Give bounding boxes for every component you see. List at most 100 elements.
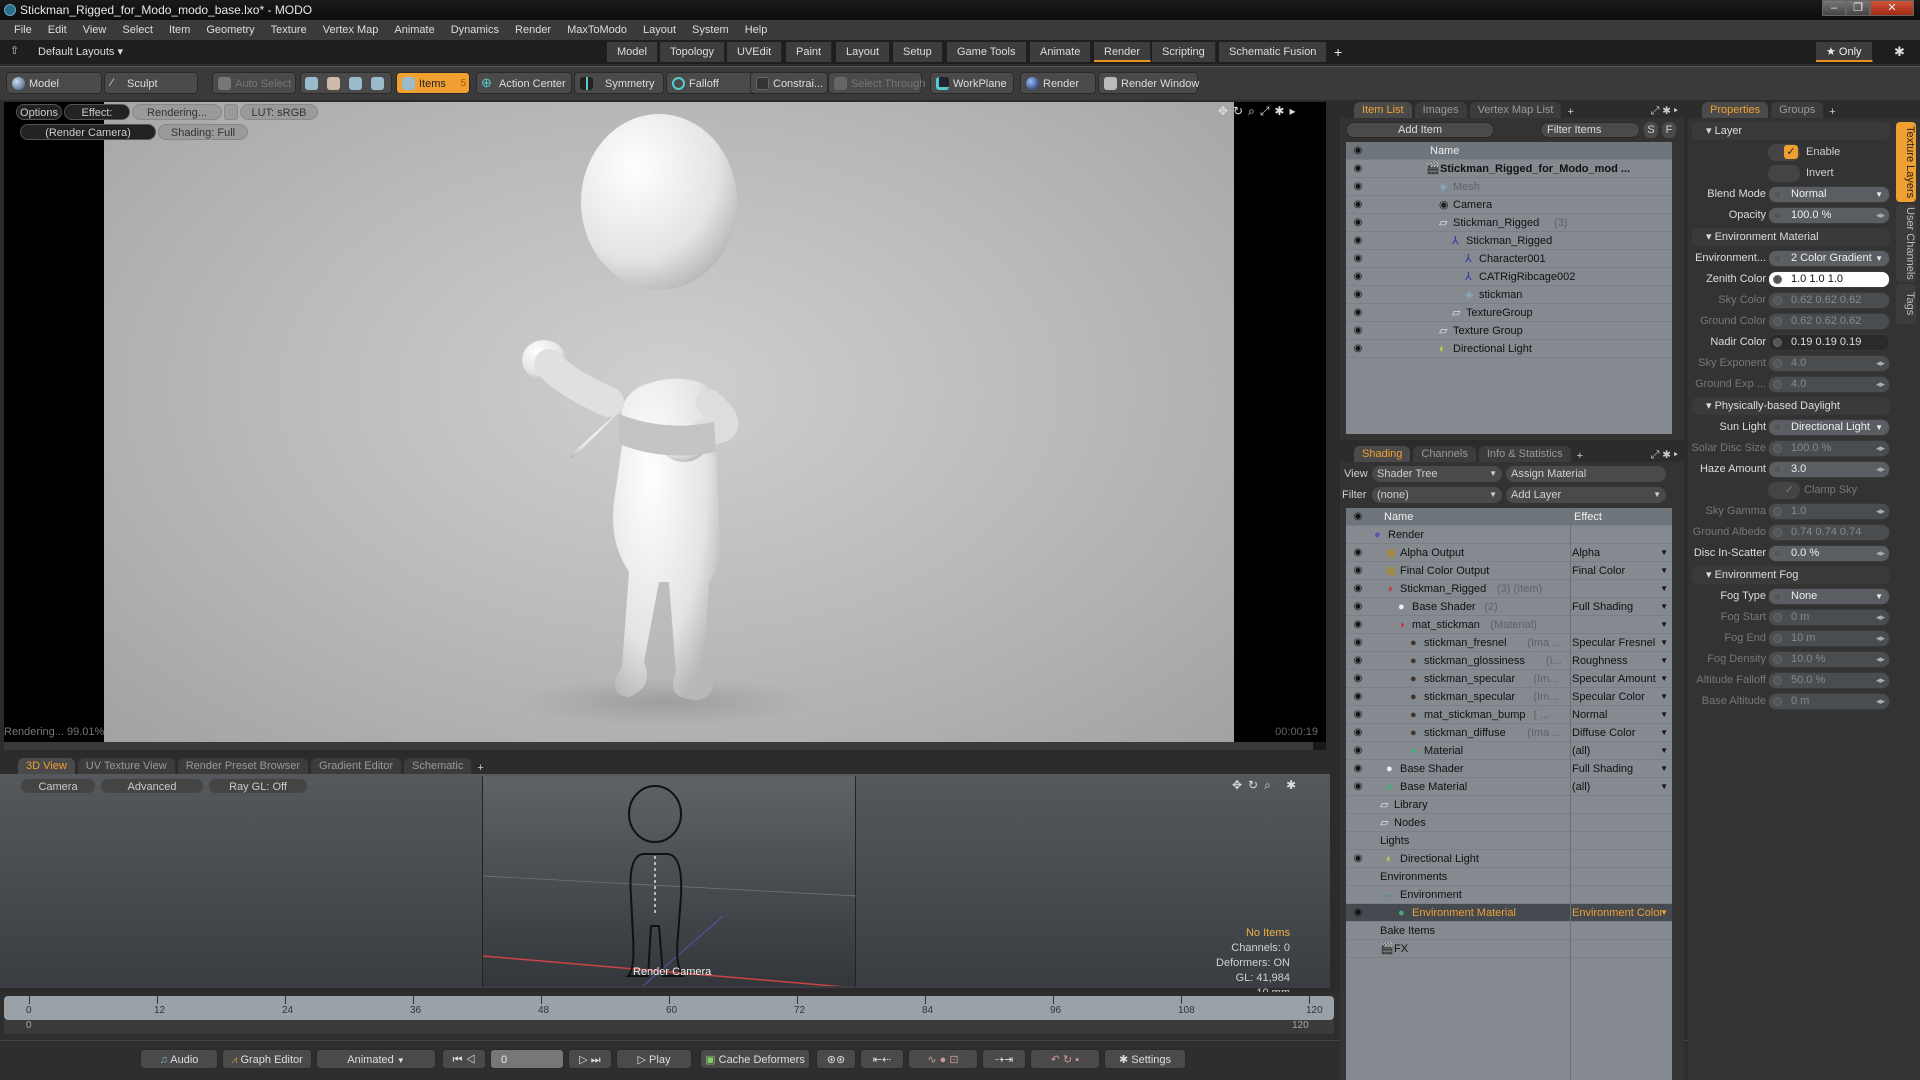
menu-help[interactable]: Help xyxy=(737,24,776,36)
add-view-tab-button[interactable]: + xyxy=(477,762,483,774)
eye-icon[interactable]: ◉ xyxy=(1348,268,1368,286)
polygons-mode-icon[interactable] xyxy=(349,77,362,90)
filter-dropdown[interactable]: (none) ▼ xyxy=(1372,487,1502,503)
menu-edit[interactable]: Edit xyxy=(40,24,75,36)
shader-tree-row[interactable]: ◉ ▣ Final Color Output Final Color ▼ xyxy=(1346,562,1672,580)
tab-uv-texture-view[interactable]: UV Texture View xyxy=(77,758,175,774)
animate-knob[interactable] xyxy=(1773,254,1782,263)
key-tool-buttons[interactable]: ↶ ↻ ▪ xyxy=(1030,1049,1100,1069)
environment-material-section[interactable]: ▾ Environment Material xyxy=(1692,228,1890,246)
effect-value[interactable]: (all) xyxy=(1572,778,1590,796)
prev-key-buttons[interactable]: ⇤⇠ xyxy=(860,1049,904,1069)
model-mode-button[interactable]: Model xyxy=(6,72,102,94)
menu-vertex-map[interactable]: Vertex Map xyxy=(315,24,387,36)
menu-geometry[interactable]: Geometry xyxy=(198,24,262,36)
menu-system[interactable]: System xyxy=(684,24,737,36)
graph-editor-button[interactable]: ⩘ Graph Editor xyxy=(222,1049,312,1069)
menu-texture[interactable]: Texture xyxy=(263,24,315,36)
items-mode-button[interactable]: Items 5 xyxy=(396,72,470,94)
effect-dropdown-icon[interactable]: ▼ xyxy=(1660,562,1668,580)
animate-knob[interactable] xyxy=(1773,613,1782,622)
tab-scripting[interactable]: Scripting xyxy=(1152,42,1216,62)
item-list-row[interactable]: ◉ ◉ Camera xyxy=(1346,196,1672,214)
menu-render[interactable]: Render xyxy=(507,24,559,36)
animate-knob[interactable] xyxy=(1773,634,1782,643)
eye-icon[interactable]: ◉ xyxy=(1348,196,1368,214)
animate-knob[interactable] xyxy=(1773,211,1782,220)
slider-arrows-icon[interactable]: ◂▸ xyxy=(1876,652,1885,667)
property-field[interactable]: 0.19 0.19 0.19 xyxy=(1768,334,1890,351)
property-field[interactable]: 4.0 ◂▸ xyxy=(1768,355,1890,372)
item-list-row[interactable]: ◉ ◈ stickman xyxy=(1346,286,1672,304)
next-key-buttons[interactable]: ⇢⇥ xyxy=(982,1049,1026,1069)
shader-tree-row[interactable]: ◉ ● stickman_specular (Im... Specular Color ▼ xyxy=(1346,688,1672,706)
3d-viewport[interactable]: Render Camera Camera Advanced Ray GL: Of… xyxy=(0,774,1330,999)
property-field[interactable]: 10 m ◂▸ xyxy=(1768,630,1890,647)
menu-layout[interactable]: Layout xyxy=(635,24,684,36)
sculpt-mode-button[interactable]: ⁄ Sculpt xyxy=(104,72,198,94)
side-tab-user-channels[interactable]: User Channels xyxy=(1896,204,1916,282)
add-tab-button[interactable]: + xyxy=(1577,450,1583,462)
skip-end-buttons[interactable]: ▷ ⏭ xyxy=(568,1049,612,1069)
eye-icon[interactable]: ◉ xyxy=(1348,724,1368,742)
tab-properties[interactable]: Properties xyxy=(1702,102,1769,118)
property-field[interactable]: 0 m ◂▸ xyxy=(1768,609,1890,626)
item-list-row[interactable]: ◉ 🎬 Stickman_Rigged_for_Modo_mod ... xyxy=(1346,160,1672,178)
slider-arrows-icon[interactable]: ◂▸ xyxy=(1876,673,1885,688)
animate-knob[interactable] xyxy=(1773,465,1782,474)
animated-dropdown[interactable]: Animated ▼ xyxy=(316,1049,436,1069)
property-field[interactable]: 4.0 ◂▸ xyxy=(1768,376,1890,393)
shader-tree-row[interactable]: ◉ ● Environment Material Environment Color ▼ xyxy=(1346,904,1672,922)
invert-checkbox[interactable] xyxy=(1768,165,1800,182)
tab-setup[interactable]: Setup xyxy=(893,42,943,62)
shader-tree-row[interactable]: ◉ ● Base Material (all) ▼ xyxy=(1346,778,1672,796)
eye-icon[interactable]: ◉ xyxy=(1348,580,1368,598)
property-field[interactable]: 50.0 % ◂▸ xyxy=(1768,672,1890,689)
tab-uvedit[interactable]: UVEdit xyxy=(727,42,783,62)
slider-arrows-icon[interactable]: ◂▸ xyxy=(1876,610,1885,625)
shader-tree-row[interactable]: ▱ Nodes xyxy=(1346,814,1672,832)
enable-checkbox[interactable]: ✓ xyxy=(1768,144,1800,161)
item-list-row[interactable]: ◉ ⅄ Stickman_Rigged xyxy=(1346,232,1672,250)
slider-arrows-icon[interactable]: ◂▸ xyxy=(1876,631,1885,646)
effect-dropdown-icon[interactable]: ▼ xyxy=(1660,724,1668,742)
animate-knob[interactable] xyxy=(1773,676,1782,685)
falloff-button[interactable]: Falloff xyxy=(666,72,758,94)
audio-button[interactable]: ♫ Audio xyxy=(140,1049,218,1069)
animate-knob[interactable] xyxy=(1773,592,1782,601)
shader-tree-row[interactable]: ◉ ◐ Directional Light xyxy=(1346,850,1672,868)
slider-arrows-icon[interactable]: ◂▸ xyxy=(1876,504,1885,519)
key-record-buttons[interactable]: ∿ ● ⊡ xyxy=(908,1049,978,1069)
add-item-button[interactable]: Add Item xyxy=(1346,122,1494,138)
shader-tree-row[interactable]: ◉ ● stickman_fresnel (Ima ... Specular Fresn… xyxy=(1346,634,1672,652)
edges-mode-icon[interactable] xyxy=(327,77,340,90)
minimize-button[interactable]: – xyxy=(1822,0,1846,16)
effect-dropdown[interactable]: Effect: (Shadi... xyxy=(64,104,130,135)
animate-knob[interactable] xyxy=(1773,296,1782,305)
shader-tree-row[interactable]: 🎬 FX xyxy=(1346,940,1672,958)
shader-tree-row[interactable]: ◒ Environment xyxy=(1346,886,1672,904)
menu-file[interactable]: File xyxy=(6,24,40,36)
slider-arrows-icon[interactable]: ◂▸ xyxy=(1876,546,1885,561)
gear-icon[interactable]: ✱ xyxy=(1894,44,1905,60)
filter-items-input[interactable]: Filter Items xyxy=(1540,122,1640,138)
eye-icon[interactable]: ◉ xyxy=(1348,304,1368,322)
f-filter-button[interactable]: F xyxy=(1662,122,1676,138)
animate-knob[interactable] xyxy=(1773,697,1782,706)
skip-start-buttons[interactable]: ⏮ ◁ xyxy=(442,1049,486,1069)
shader-tree-row[interactable]: ◉ ◑ Stickman_Rigged (3) (Item) ▼ xyxy=(1346,580,1672,598)
effect-value[interactable]: Roughness xyxy=(1572,652,1628,670)
property-field[interactable]: 0.74 0.74 0.74 xyxy=(1768,524,1890,541)
eye-icon[interactable]: ◉ xyxy=(1348,778,1368,796)
eye-icon[interactable]: ◉ xyxy=(1348,598,1368,616)
effect-value[interactable]: Diffuse Color xyxy=(1572,724,1635,742)
animate-knob[interactable] xyxy=(1773,317,1782,326)
eye-icon[interactable]: ◉ xyxy=(1348,160,1368,178)
eye-icon[interactable]: ◉ xyxy=(1348,742,1368,760)
tab-info-statistics[interactable]: Info & Statistics xyxy=(1478,446,1571,462)
effect-value[interactable]: Normal xyxy=(1572,706,1607,724)
shading-dropdown[interactable]: Shading: Full xyxy=(158,124,248,140)
slider-arrows-icon[interactable]: ◂▸ xyxy=(1876,694,1885,709)
slider-arrows-icon[interactable]: ◂▸ xyxy=(1876,462,1885,477)
property-field[interactable]: 0 m ◂▸ xyxy=(1768,693,1890,710)
